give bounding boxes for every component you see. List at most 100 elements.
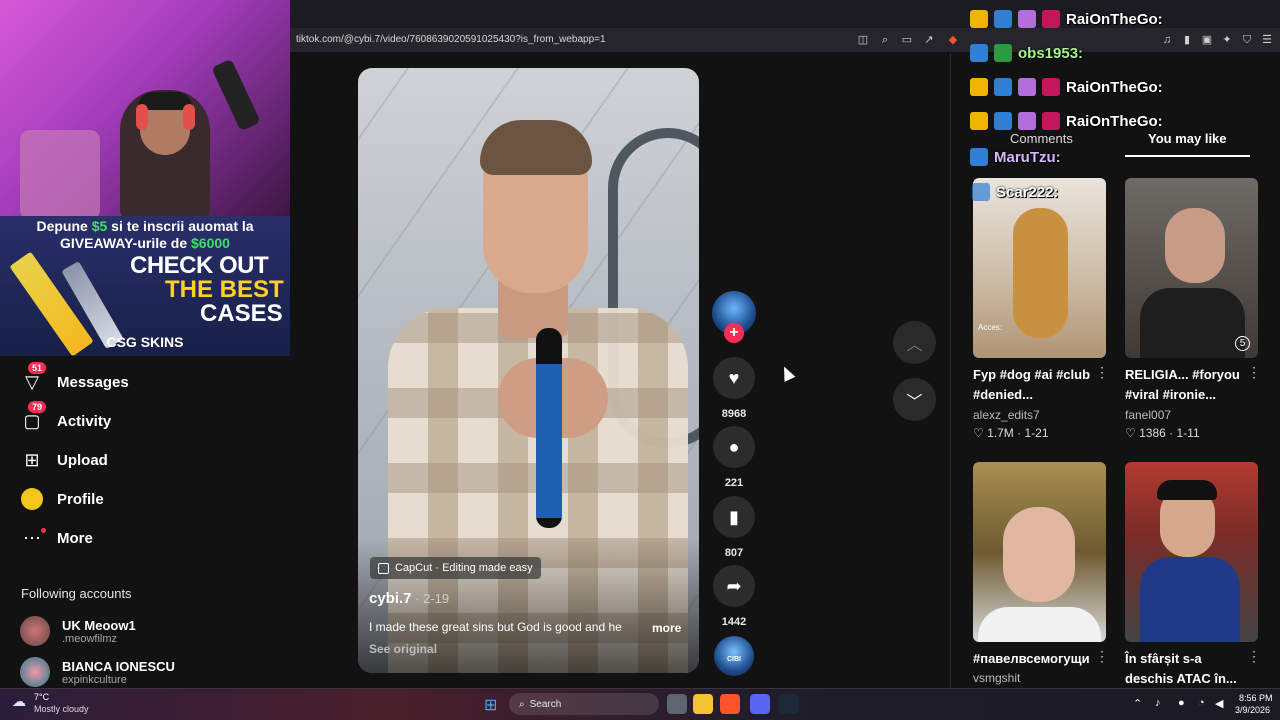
messages-badge: 51 [28, 362, 47, 374]
sponsor-banner: Depune $5 si te inscrii auomat la GIVEAW… [0, 216, 290, 356]
clock-date[interactable]: 3/9/2026 [1235, 705, 1270, 715]
previous-video-button[interactable]: ︿ [893, 321, 936, 364]
video-card-thumbnail[interactable] [973, 462, 1106, 642]
steam-icon[interactable] [779, 694, 799, 714]
capcut-label: CapCut · Editing made easy [395, 562, 533, 574]
card-options-icon[interactable]: ⋮ [1095, 364, 1109, 381]
caption-more-button[interactable]: more [652, 621, 681, 635]
sub-badge-icon [994, 78, 1012, 96]
music-icon[interactable]: ♫ [1160, 33, 1174, 47]
gift-badge-icon [1018, 112, 1036, 130]
zoom-icon[interactable]: ⌕ [878, 33, 892, 47]
sidebar-item-label: Upload [57, 451, 108, 469]
brave-shield-icon[interactable]: ◆ [946, 33, 960, 47]
video-card-thumbnail[interactable]: 5 [1125, 178, 1258, 358]
next-video-button[interactable]: ﹀ [893, 378, 936, 421]
card-options-icon[interactable]: ⋮ [1247, 364, 1261, 381]
brave-browser-icon[interactable] [720, 694, 740, 714]
video-player[interactable]: CapCut · Editing made easy cybi.7 · 2-19… [358, 68, 699, 673]
badge-icon [994, 44, 1012, 62]
comment-action[interactable]: ● 221 [712, 426, 756, 489]
url-text[interactable]: tiktok.com/@cybi.7/video/760863902059102… [296, 34, 606, 45]
sidebar-icon[interactable]: ▮ [1180, 33, 1194, 47]
reader-icon[interactable]: ◫ [856, 33, 870, 47]
video-card-thumbnail[interactable] [1125, 462, 1258, 642]
card-likes: 1386 [1139, 426, 1166, 440]
crown-icon [970, 10, 988, 28]
bookmark-icon[interactable]: ▮ [713, 496, 755, 538]
share-arrow-icon[interactable]: ➦ [713, 565, 755, 607]
sidebar-item-messages[interactable]: ▽ 51 Messages [20, 362, 129, 395]
save-action[interactable]: ▮ 807 [712, 496, 756, 559]
post-date: · 2-19 [411, 591, 450, 606]
promo-text-part: Depune [36, 218, 92, 234]
author-name[interactable]: cybi.7 [369, 590, 412, 607]
file-explorer-icon[interactable] [693, 694, 713, 714]
chat-message: RaiOnTheGo: [970, 110, 1163, 132]
video-card-title[interactable]: În sfârșit s-a deschis ATAC în... [1125, 649, 1250, 689]
cast-icon[interactable]: ▭ [900, 33, 914, 47]
video-card-author[interactable]: vsmgshit [973, 671, 1020, 685]
promo-headline: CASES [200, 300, 283, 327]
profile-icon [20, 487, 44, 511]
crown-icon [970, 112, 988, 130]
comment-icon[interactable]: ● [713, 426, 755, 468]
notification-dot [41, 528, 46, 533]
heart-icon[interactable]: ♥ [713, 357, 755, 399]
video-card-title[interactable]: #павелвсемогущи [973, 649, 1098, 669]
share-icon[interactable]: ↗ [922, 33, 936, 47]
streamer-webcam [0, 0, 290, 218]
tab-comments[interactable]: Comments [1010, 131, 1073, 146]
video-card-author[interactable]: alexz_edits7 [973, 408, 1040, 422]
sidebar-item-more[interactable]: ⋯ More [20, 525, 93, 551]
discord-icon[interactable] [750, 694, 770, 714]
tab-you-may-like[interactable]: You may like [1148, 131, 1227, 146]
like-action[interactable]: ♥ 8968 [712, 357, 756, 420]
following-account[interactable]: UK Meoow1 .meowfilmz [20, 616, 136, 646]
weather-desc[interactable]: Mostly cloudy [34, 704, 89, 714]
dog-figure [1013, 208, 1068, 338]
video-card-title[interactable]: RELIGIA... #foryou #viral #ironie... [1125, 365, 1250, 405]
music-disc[interactable]: CIBI [714, 636, 754, 676]
taskbar-search[interactable]: ⌕ Search [509, 693, 659, 715]
avatar [20, 616, 50, 646]
weather-temp[interactable]: 7°C [34, 692, 49, 702]
task-view-icon[interactable] [667, 694, 687, 714]
following-account[interactable]: BIANCA IONESCU expinkculture [20, 657, 175, 687]
weather-icon[interactable]: ☁ [12, 693, 26, 710]
gift-badge-icon [1018, 78, 1036, 96]
capcut-tag[interactable]: CapCut · Editing made easy [370, 557, 541, 579]
card-options-icon[interactable]: ⋮ [1095, 648, 1109, 665]
man-shirt [1140, 288, 1245, 358]
leo-icon[interactable]: ✦ [1220, 33, 1234, 47]
tray-mic-icon[interactable]: ● [1178, 697, 1185, 709]
tray-audio-icon[interactable]: ♪ [1155, 697, 1161, 709]
man-face [1003, 507, 1075, 602]
account-name: BIANCA IONESCU [62, 658, 175, 674]
windows-start-icon[interactable]: ⊞ [484, 695, 497, 715]
tray-volume-icon[interactable]: ◀ [1215, 697, 1223, 710]
promo-amount: $6000 [191, 235, 230, 251]
card-options-icon[interactable]: ⋮ [1247, 648, 1261, 665]
video-card-thumbnail[interactable]: Acces: [973, 178, 1106, 358]
video-card-title[interactable]: Fyp #dog #ai #club #denied... [973, 365, 1098, 405]
video-card-author[interactable]: fanel007 [1125, 408, 1171, 422]
share-action[interactable]: ➦ 1442 [712, 565, 756, 628]
stream-mic [211, 58, 261, 132]
video-author[interactable]: cybi.7 · 2-19 [369, 590, 449, 607]
chat-username: RaiOnTheGo: [1066, 10, 1163, 28]
chat-message: RaiOnTheGo: [970, 8, 1163, 30]
follow-button[interactable]: + [724, 323, 744, 343]
see-original-button[interactable]: See original [369, 642, 437, 656]
promo-amount: $5 [91, 218, 108, 234]
wallet-icon[interactable]: ▣ [1200, 33, 1214, 47]
sidebar-item-profile[interactable]: Profile [20, 486, 104, 512]
sidebar-item-activity[interactable]: ▢ 79 Activity [20, 401, 111, 434]
tray-chevron-icon[interactable]: ⌃ [1133, 697, 1142, 710]
clock-time[interactable]: 8:56 PM [1239, 693, 1273, 703]
address-bar[interactable]: tiktok.com/@cybi.7/video/760863902059102… [290, 28, 1280, 53]
tray-network-icon[interactable]: ◔ [1198, 697, 1205, 709]
menu-icon[interactable]: ☰ [1260, 33, 1274, 47]
sidebar-item-upload[interactable]: ⊞ Upload [20, 447, 108, 473]
vpn-icon[interactable]: ⛉ [1240, 33, 1254, 47]
